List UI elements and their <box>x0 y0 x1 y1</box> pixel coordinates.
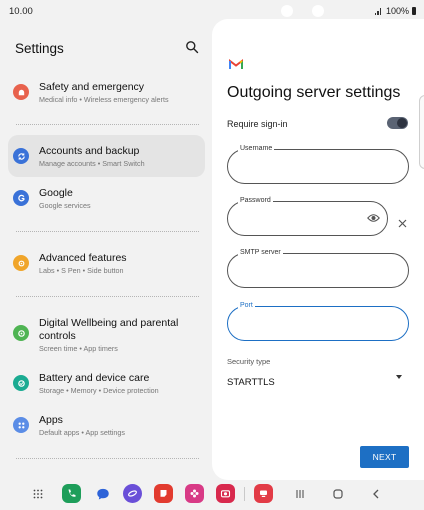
settings-item-subtitle: Storage • Memory • Device protection <box>39 386 159 395</box>
divider <box>16 296 199 297</box>
google-icon <box>13 190 29 206</box>
settings-item-accounts[interactable]: Accounts and backup Manage accounts • Sm… <box>8 135 205 177</box>
settings-item-safety[interactable]: Safety and emergency Medical info • Wire… <box>8 77 205 109</box>
settings-item-subtitle: Google services <box>39 201 91 210</box>
settings-item-title: Google <box>39 187 73 199</box>
settings-item-subtitle: Default apps • App settings <box>39 428 126 437</box>
settings-item-subtitle: Labs • S Pen • Side button <box>39 266 124 275</box>
phone-icon[interactable] <box>62 484 81 503</box>
recents-app-icon[interactable] <box>254 484 273 503</box>
apps-grid-icon[interactable] <box>33 489 43 499</box>
settings-item-apps[interactable]: Apps Default apps • App settings <box>8 410 205 444</box>
settings-item-title: Battery and device care <box>39 372 150 384</box>
wellbeing-icon <box>13 325 29 341</box>
password-label: Password <box>238 196 273 205</box>
apps-icon <box>13 417 29 433</box>
security-type-label: Security type <box>227 357 271 366</box>
smtp-server-label: SMTP server <box>238 248 283 257</box>
settings-item-battery[interactable]: Battery and device care Storage • Memory… <box>8 368 205 402</box>
taskbar-divider <box>244 487 245 501</box>
sync-icon <box>13 148 29 164</box>
settings-item-title: Advanced features <box>39 252 127 264</box>
signal-icon <box>374 7 383 15</box>
settings-item-wellbeing[interactable]: Digital Wellbeing and parental controls … <box>8 313 205 357</box>
s-note-icon[interactable] <box>154 484 173 503</box>
messages-icon[interactable] <box>93 484 112 503</box>
username-field[interactable]: Username <box>227 144 409 184</box>
require-signin-toggle[interactable] <box>387 117 408 129</box>
recents-nav-icon[interactable] <box>294 488 306 500</box>
safety-icon <box>13 84 29 100</box>
camera-cutout <box>312 5 324 17</box>
taskbar <box>0 480 424 510</box>
port-label: Port <box>238 301 255 310</box>
battery-icon <box>412 7 416 15</box>
toggle-knob <box>397 118 407 128</box>
settings-title: Settings <box>15 41 64 56</box>
back-nav-icon[interactable] <box>370 488 382 500</box>
settings-item-google[interactable]: Google Google services <box>8 182 205 216</box>
settings-item-advanced[interactable]: Advanced features Labs • S Pen • Side bu… <box>8 246 205 280</box>
settings-item-title: Digital Wellbeing and parental controls <box>39 317 179 342</box>
battery-percent: 100% <box>385 6 409 16</box>
settings-item-title: Apps <box>39 414 63 426</box>
divider <box>16 231 199 232</box>
camera-icon[interactable] <box>216 484 235 503</box>
username-label: Username <box>238 144 275 153</box>
settings-item-title: Safety and emergency <box>39 81 145 93</box>
clear-icon[interactable] <box>398 219 407 228</box>
gallery-icon[interactable] <box>185 484 204 503</box>
port-field[interactable]: Port <box>227 301 409 341</box>
require-signin-label: Require sign-in <box>227 119 288 129</box>
edge-panel-handle[interactable] <box>419 95 424 169</box>
internet-icon[interactable] <box>123 484 142 503</box>
dropdown-arrow-icon[interactable] <box>396 375 402 379</box>
home-nav-icon[interactable] <box>332 488 344 500</box>
security-type-value[interactable]: STARTTLS <box>227 377 275 388</box>
password-field[interactable]: Password <box>227 196 388 236</box>
page-title: Outgoing server settings <box>227 84 401 101</box>
smtp-server-field[interactable]: SMTP server <box>227 248 409 288</box>
advanced-features-icon <box>13 255 29 271</box>
status-time: 10.00 <box>9 6 33 17</box>
camera-cutout <box>281 5 293 17</box>
search-icon[interactable] <box>185 40 199 54</box>
device-care-icon <box>13 375 29 391</box>
divider <box>16 124 199 125</box>
divider <box>16 458 199 459</box>
status-icons: 100% <box>374 6 416 16</box>
gmail-logo-icon <box>229 59 243 69</box>
settings-item-subtitle: Medical info • Wireless emergency alerts <box>39 95 169 104</box>
settings-item-title: Accounts and backup <box>39 145 140 157</box>
next-button[interactable]: NEXT <box>360 446 409 468</box>
eye-icon[interactable] <box>367 213 380 223</box>
settings-item-subtitle: Manage accounts • Smart Switch <box>39 159 145 168</box>
settings-item-subtitle: Screen time • App timers <box>39 344 118 353</box>
gmail-panel: Outgoing server settings Require sign-in… <box>212 19 424 480</box>
